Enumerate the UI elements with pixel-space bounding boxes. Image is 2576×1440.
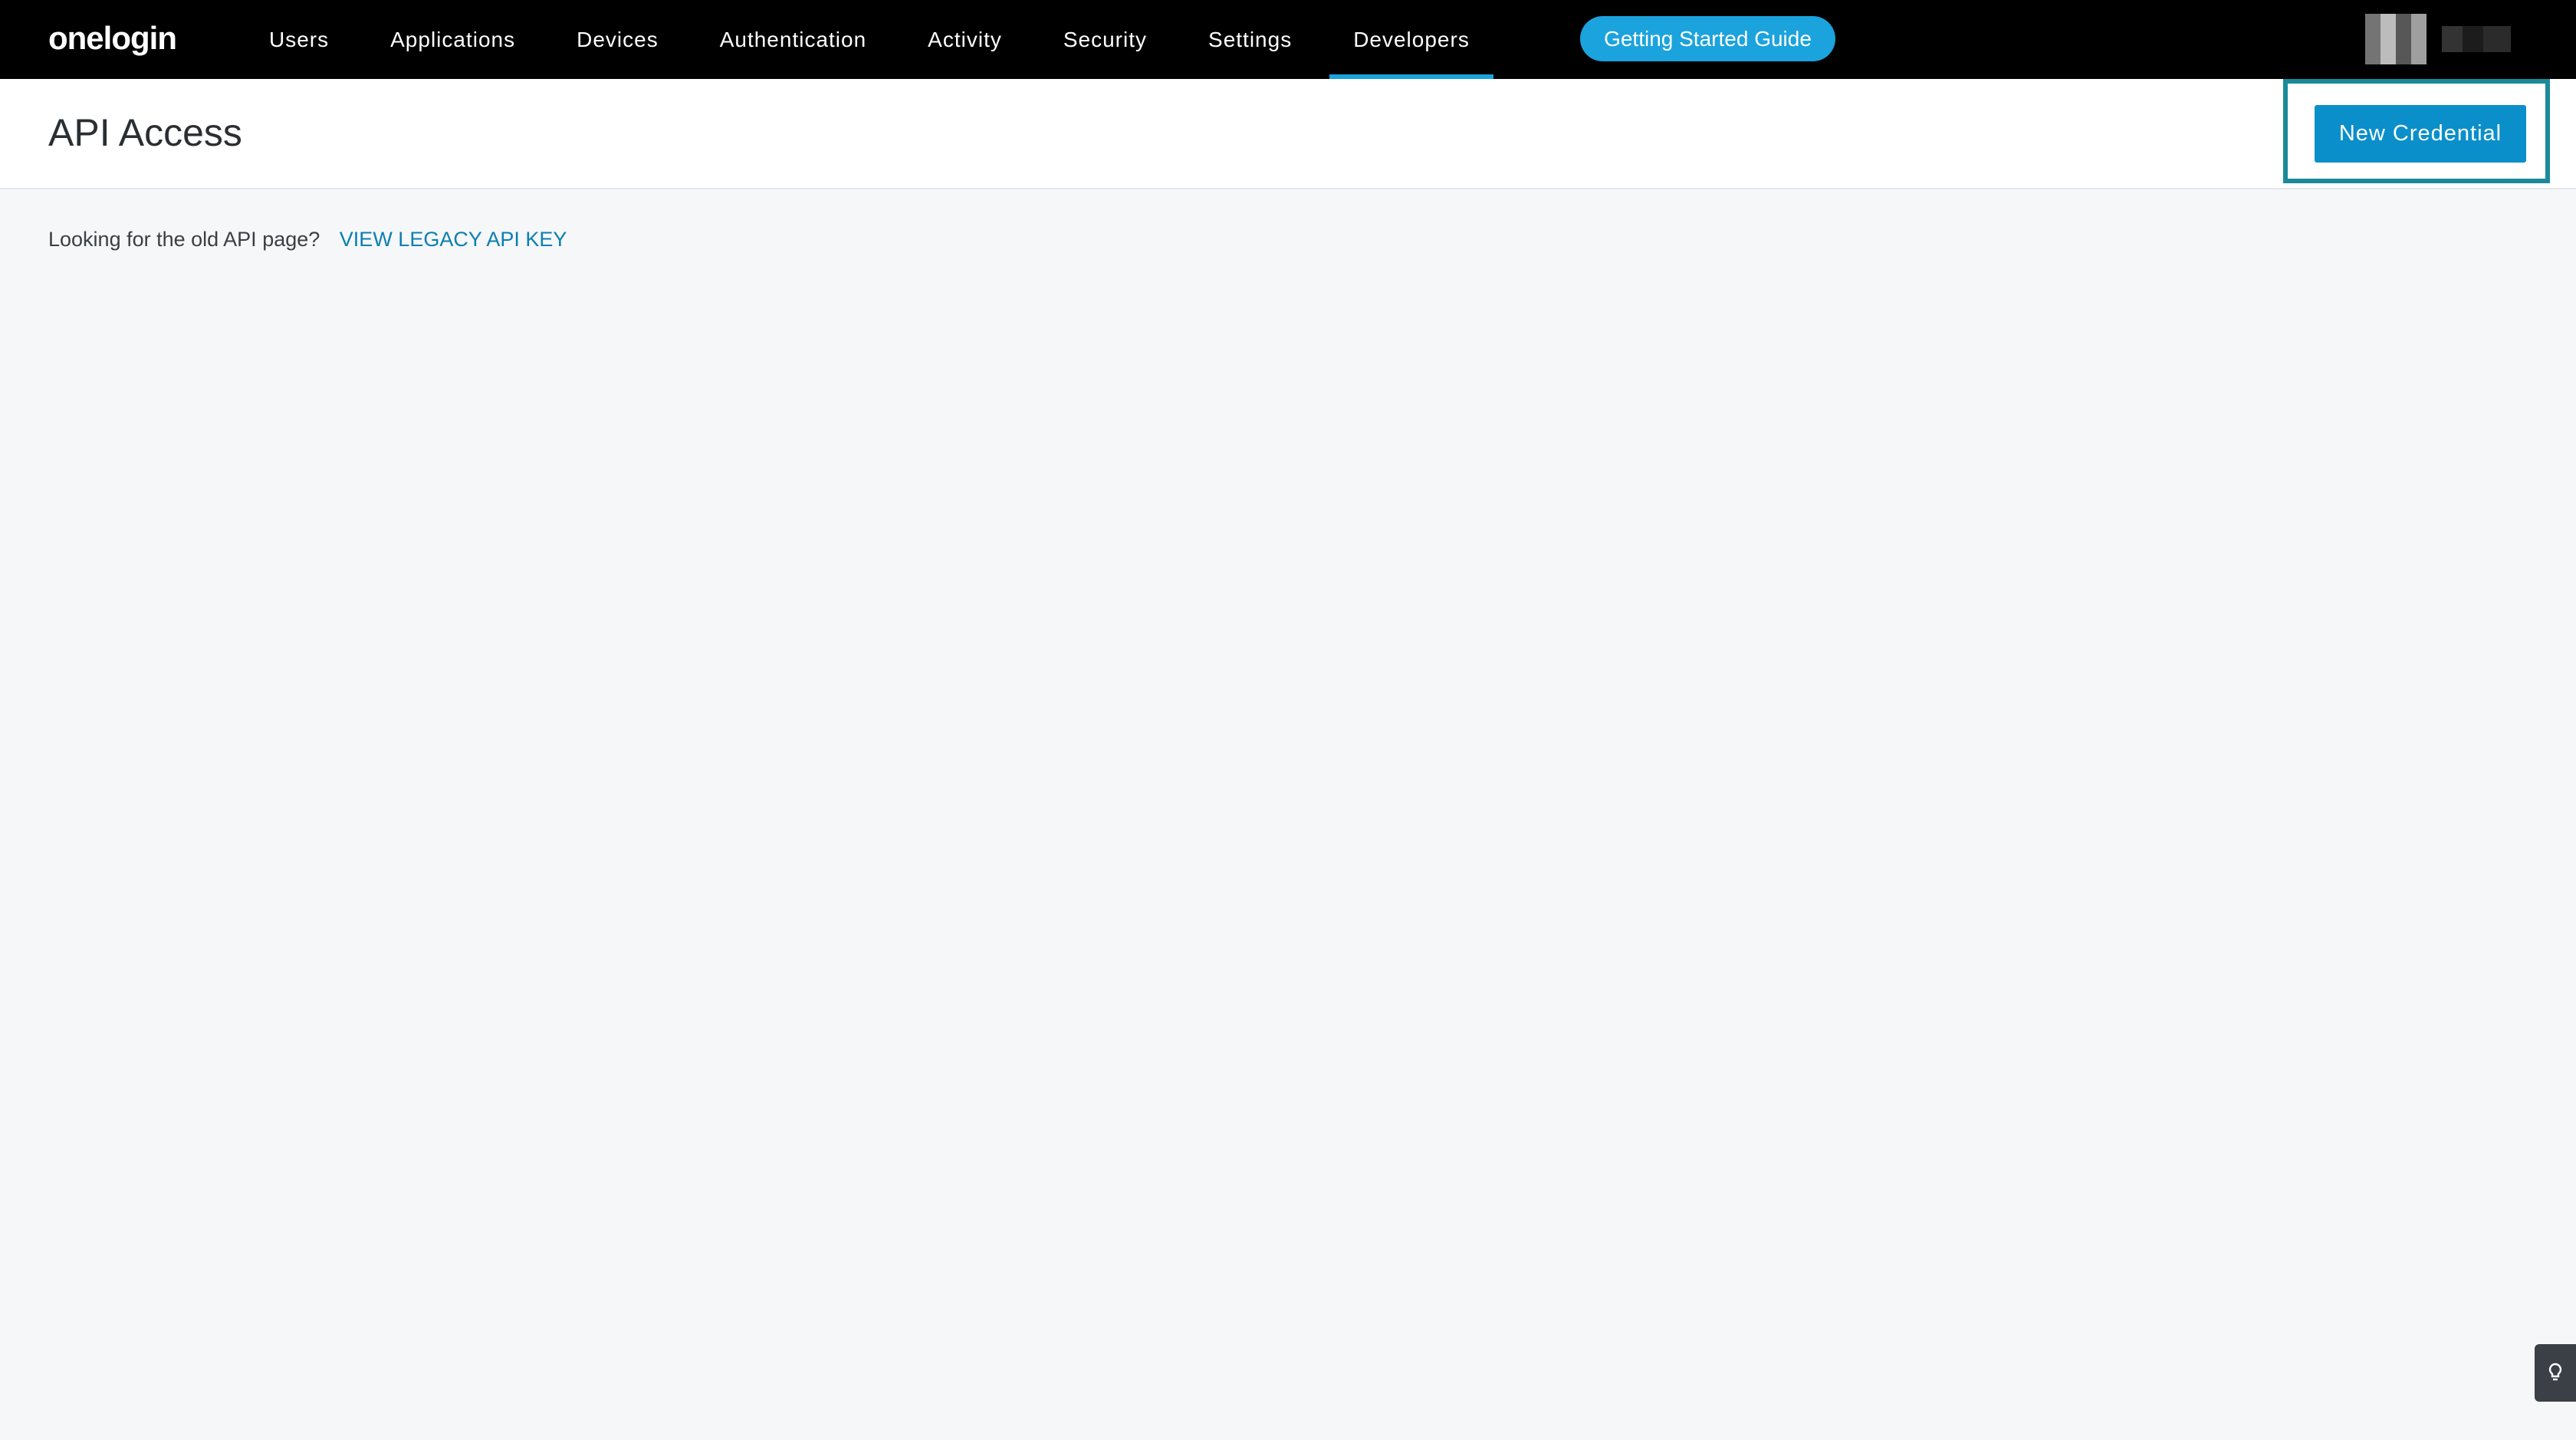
lightbulb-icon xyxy=(2548,1363,2562,1380)
help-tab[interactable] xyxy=(2535,1344,2576,1402)
top-navbar: onelogin Users Applications Devices Auth… xyxy=(0,0,2576,79)
page-header: API Access New Credential xyxy=(0,79,2576,189)
user-name-redacted xyxy=(2442,26,2511,52)
onelogin-logo[interactable]: onelogin xyxy=(48,17,177,60)
page-title: API Access xyxy=(48,111,242,154)
avatar xyxy=(2365,14,2426,64)
legacy-api-row: Looking for the old API page? VIEW LEGAC… xyxy=(48,222,567,256)
nav-item-settings[interactable]: Settings xyxy=(1184,0,1316,79)
user-menu[interactable] xyxy=(2365,12,2518,66)
nav-item-applications[interactable]: Applications xyxy=(366,0,539,79)
new-credential-button[interactable]: New Credential xyxy=(2315,105,2526,163)
legacy-prompt-text: Looking for the old API page? xyxy=(48,228,320,251)
nav-item-security[interactable]: Security xyxy=(1040,0,1171,79)
main-nav: Users Applications Devices Authenticatio… xyxy=(245,0,1507,79)
nav-item-devices[interactable]: Devices xyxy=(553,0,682,79)
getting-started-guide-button[interactable]: Getting Started Guide xyxy=(1580,16,1835,61)
view-legacy-api-key-link[interactable]: VIEW LEGACY API KEY xyxy=(340,228,567,251)
nav-item-developers[interactable]: Developers xyxy=(1329,0,1493,79)
nav-item-authentication[interactable]: Authentication xyxy=(696,0,890,79)
nav-item-users[interactable]: Users xyxy=(245,0,353,79)
nav-item-activity[interactable]: Activity xyxy=(904,0,1026,79)
